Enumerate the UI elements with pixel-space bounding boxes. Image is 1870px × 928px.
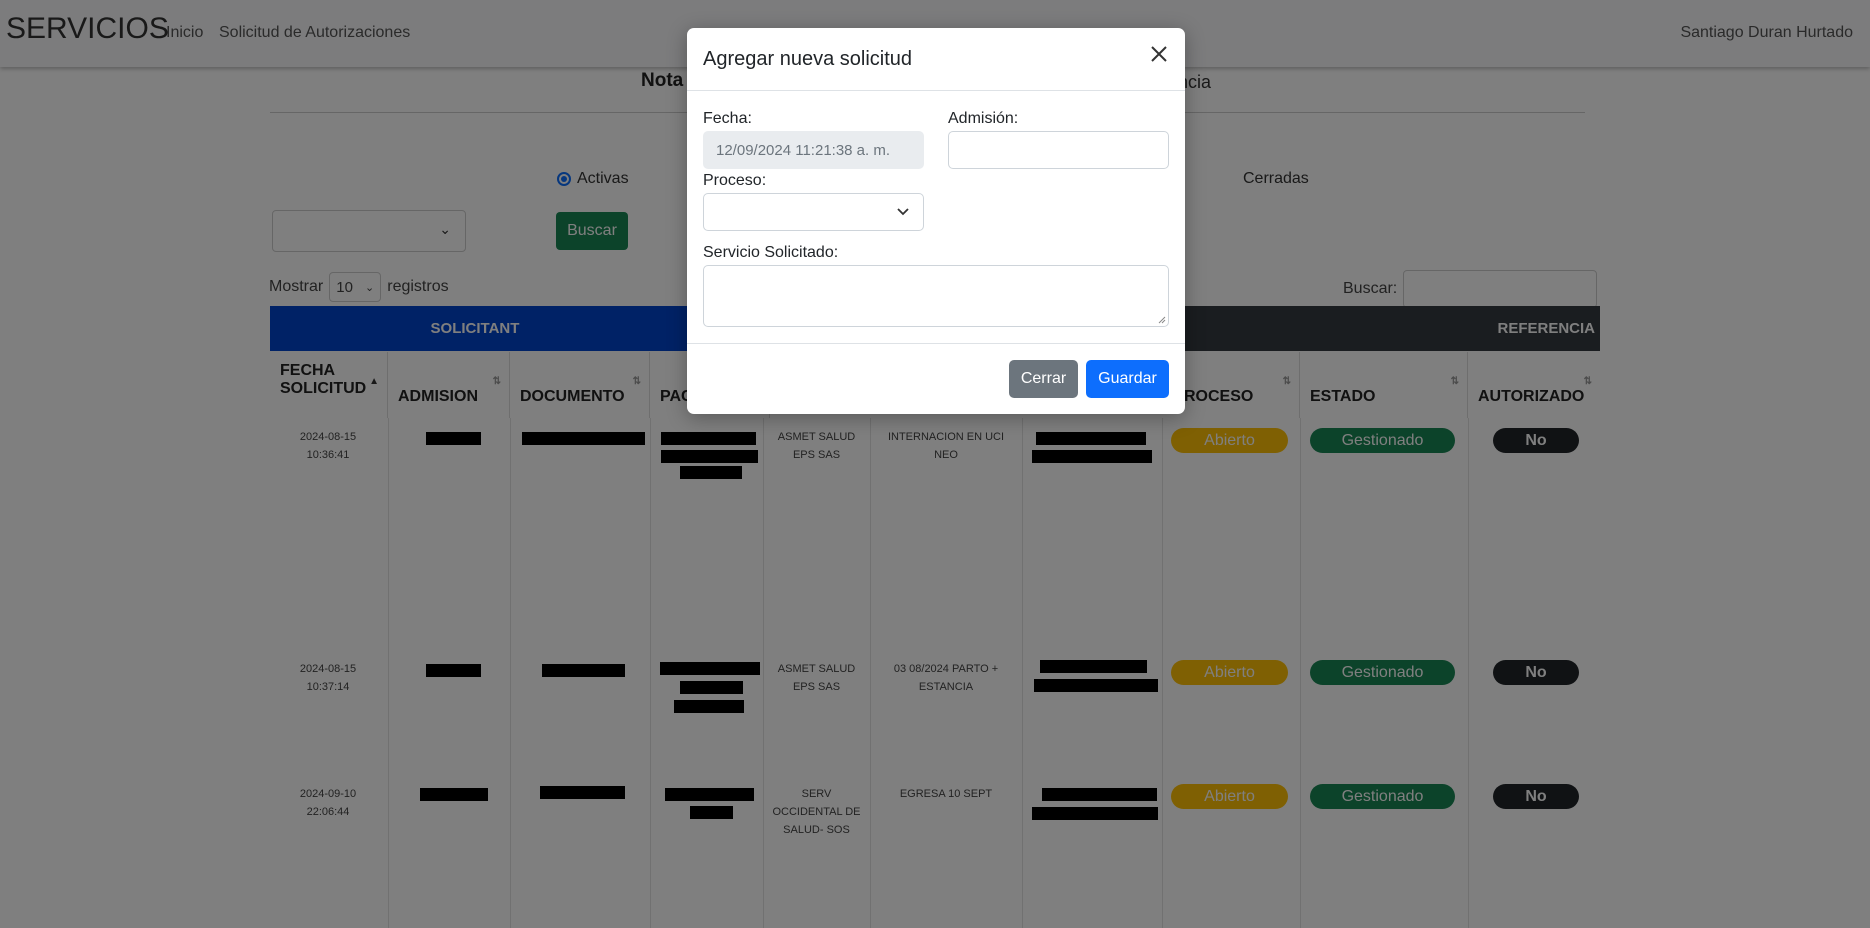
servicio-label: Servicio Solicitado:: [703, 244, 839, 261]
fecha-label: Fecha:: [703, 110, 752, 127]
resize-handle-icon[interactable]: [1158, 316, 1166, 324]
proceso-label: Proceso:: [703, 172, 767, 189]
modal-title: Agregar nueva solicitud: [703, 48, 913, 70]
add-request-modal: Agregar nueva solicitud Fecha: 12/09/202…: [687, 28, 1185, 414]
admision-input[interactable]: [948, 131, 1169, 169]
modal-header-divider: [687, 90, 1185, 91]
close-icon[interactable]: [1147, 42, 1171, 66]
guardar-button[interactable]: Guardar: [1086, 360, 1169, 398]
cerrar-button[interactable]: Cerrar: [1009, 360, 1078, 398]
fecha-field: 12/09/2024 11:21:38 a. m.: [703, 131, 924, 169]
proceso-select[interactable]: [703, 193, 924, 231]
admision-label: Admisión:: [948, 110, 1019, 127]
servicio-textarea[interactable]: [703, 265, 1169, 327]
chevron-down-icon: [897, 208, 909, 216]
modal-footer-divider: [687, 343, 1185, 344]
